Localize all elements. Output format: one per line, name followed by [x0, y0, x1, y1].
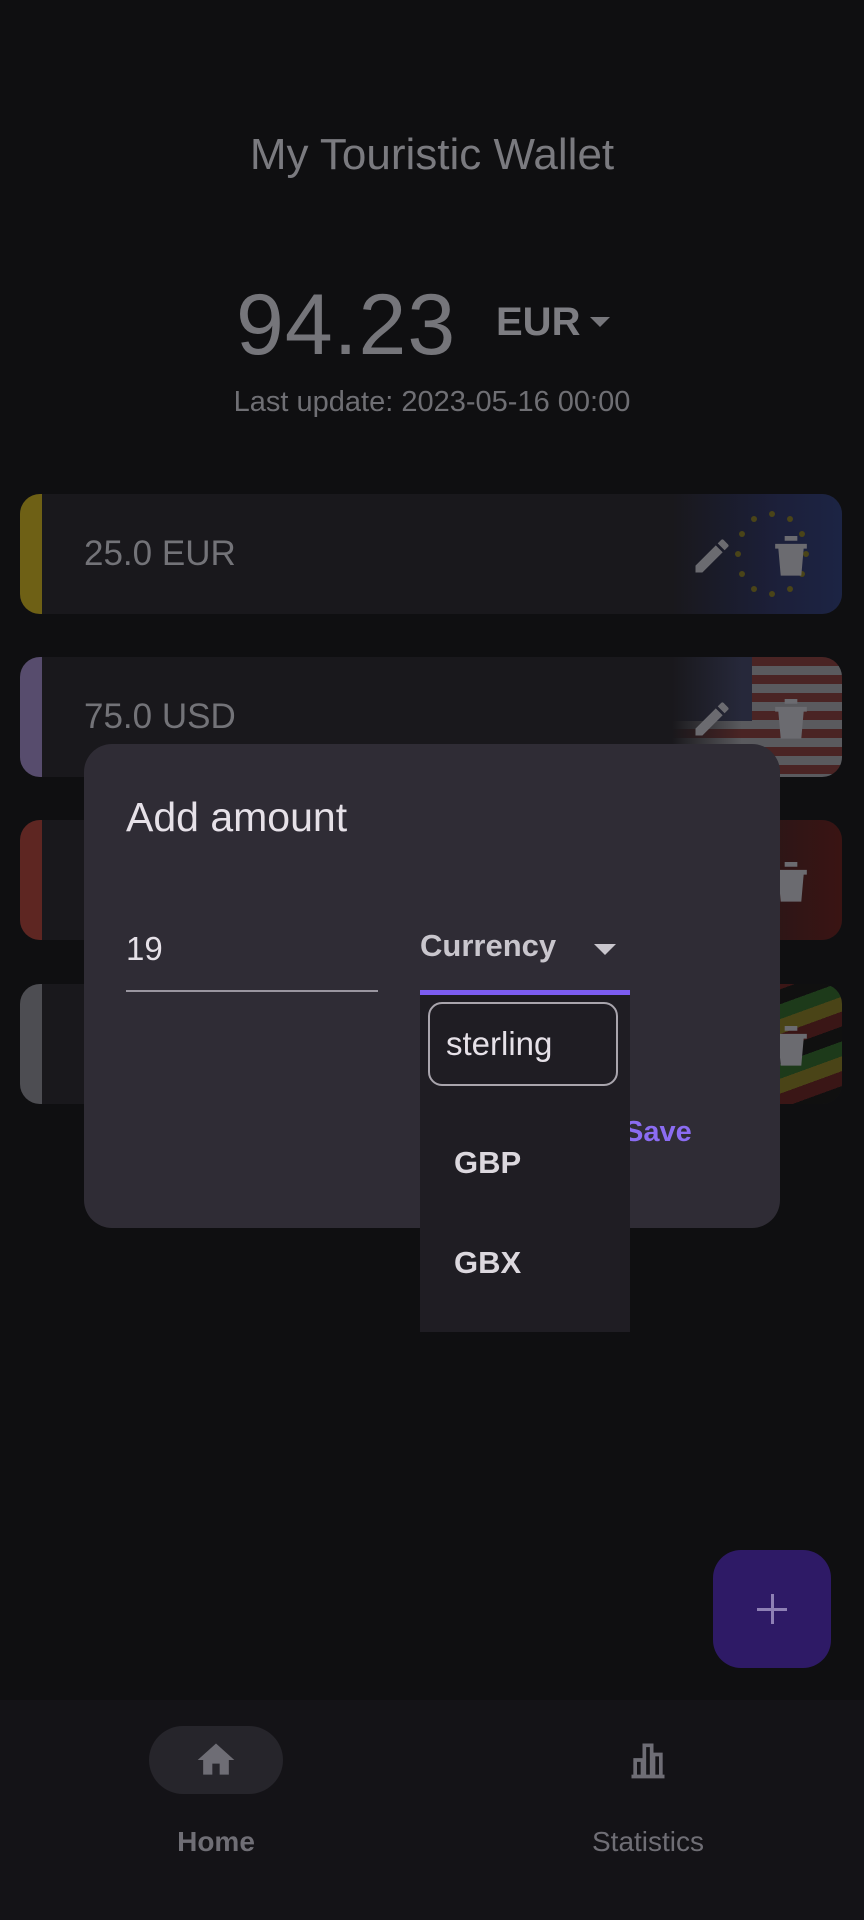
home-icon — [197, 1743, 235, 1775]
currency-option-gbx[interactable]: GBX — [454, 1245, 521, 1281]
trash-icon[interactable] — [772, 695, 810, 741]
wallet-color-stripe — [20, 820, 42, 940]
bar-chart-icon — [631, 1743, 665, 1779]
wallet-color-stripe — [20, 657, 42, 777]
nav-label-home: Home — [177, 1826, 255, 1857]
currency-dropdown-label: Currency — [420, 928, 557, 963]
wallet-color-stripe — [20, 984, 42, 1104]
nav-label-statistics: Statistics — [591, 1826, 705, 1857]
currency-option-gbp[interactable]: GBP — [454, 1145, 521, 1181]
balance-currency-select[interactable]: EUR — [496, 300, 580, 345]
nav-item-statistics[interactable]: Statistics — [498, 1726, 798, 1857]
total-balance: 94.23 — [236, 277, 457, 373]
last-update-text: Last update: 2023-05-16 00:00 — [233, 386, 631, 418]
chevron-down-icon[interactable] — [590, 317, 610, 327]
app-title: My Touristic Wallet — [249, 130, 615, 179]
nav-item-home[interactable]: Home — [66, 1726, 366, 1857]
wallet-amount: 25.0 EUR — [84, 534, 236, 573]
trash-icon[interactable] — [772, 532, 810, 578]
pencil-icon[interactable] — [690, 534, 734, 578]
chevron-down-icon[interactable] — [594, 944, 616, 955]
save-button[interactable]: Save — [624, 1116, 692, 1149]
add-wallet-button[interactable] — [713, 1550, 831, 1668]
pencil-icon[interactable] — [690, 697, 734, 741]
wallet-card-eur[interactable]: 25.0 EUR — [20, 494, 842, 614]
currency-menu: GBP GBX — [420, 995, 630, 1332]
balance-row: 94.23 EUR — [0, 270, 864, 373]
wallet-color-stripe — [20, 494, 42, 614]
currency-search-input[interactable] — [428, 1002, 618, 1086]
wallet-amount: 75.0 USD — [84, 697, 236, 736]
amount-input[interactable] — [126, 908, 378, 992]
currency-dropdown[interactable]: Currency — [420, 914, 630, 995]
wallet-screen: My Touristic Wallet 94.23 EUR Last updat… — [0, 0, 864, 1920]
dialog-title: Add amount — [126, 794, 348, 840]
bottom-navigation: Home Statistics — [0, 1700, 864, 1920]
